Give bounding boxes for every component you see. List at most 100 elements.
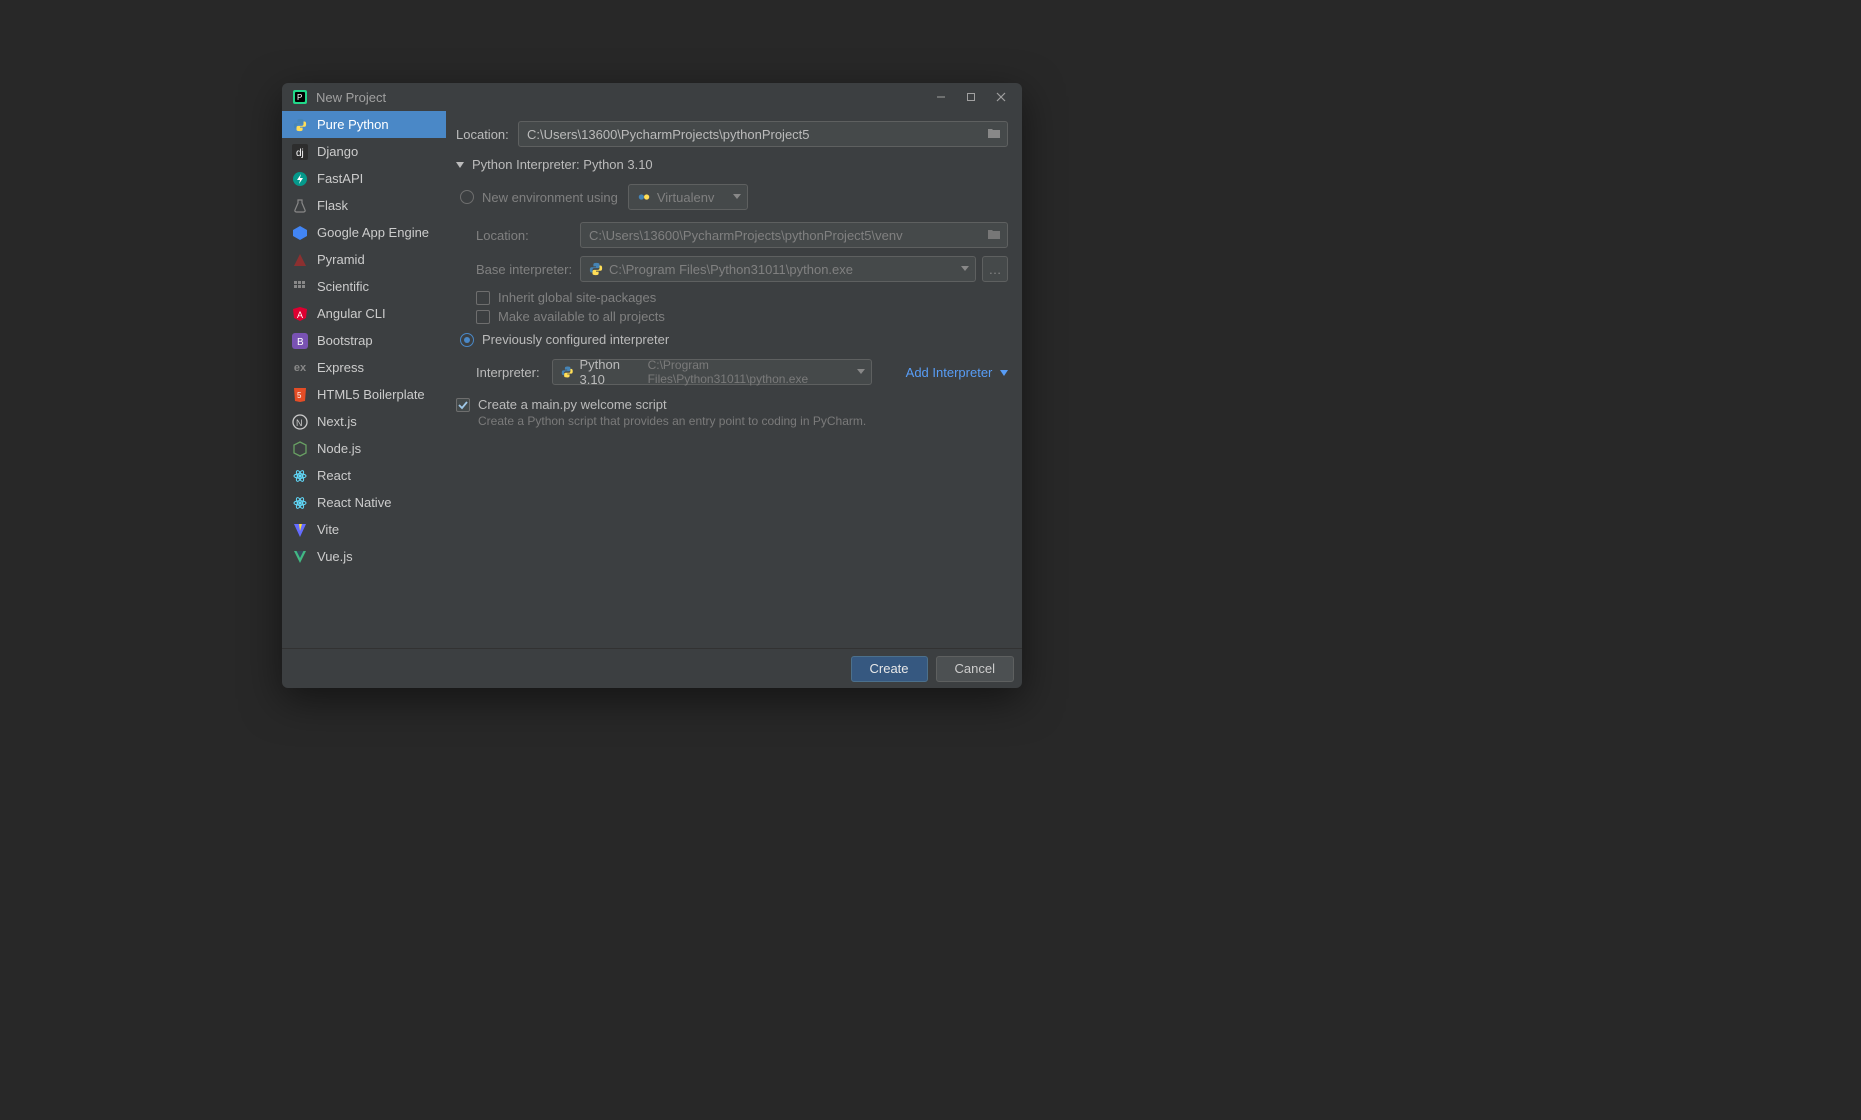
sidebar-item-label: Vite xyxy=(317,522,339,537)
interpreter-section-header[interactable]: Python Interpreter: Python 3.10 xyxy=(456,157,1008,172)
inherit-checkbox[interactable] xyxy=(476,291,490,305)
location-label: Location: xyxy=(456,127,518,142)
folder-icon[interactable] xyxy=(987,227,1001,244)
chevron-down-icon xyxy=(733,194,741,199)
nodejs-icon xyxy=(292,441,308,457)
maximize-button[interactable] xyxy=(956,87,986,107)
sidebar-item-nodejs[interactable]: Node.js xyxy=(282,435,446,462)
sidebar-item-label: Pure Python xyxy=(317,117,389,132)
project-type-sidebar: Pure Python dj Django FastAPI Flask Goog… xyxy=(282,111,446,648)
prev-conf-radio[interactable] xyxy=(460,333,474,347)
sidebar-item-label: Flask xyxy=(317,198,348,213)
add-interpreter-link[interactable]: Add Interpreter xyxy=(906,365,1008,380)
sidebar-item-label: Pyramid xyxy=(317,252,365,267)
dialog-body: Pure Python dj Django FastAPI Flask Goog… xyxy=(282,111,1022,648)
make-available-checkbox[interactable] xyxy=(476,310,490,324)
sidebar-item-label: Vue.js xyxy=(317,549,353,564)
sidebar-item-label: React Native xyxy=(317,495,391,510)
python-icon xyxy=(292,117,308,133)
minimize-button[interactable] xyxy=(926,87,956,107)
pyramid-icon xyxy=(292,252,308,268)
sidebar-item-label: Django xyxy=(317,144,358,159)
new-project-dialog: P New Project Pure Python dj Django Fast… xyxy=(282,83,1022,688)
sidebar-item-react-native[interactable]: React Native xyxy=(282,489,446,516)
make-available-label: Make available to all projects xyxy=(498,309,665,324)
base-interpreter-label: Base interpreter: xyxy=(476,262,580,277)
sidebar-item-django[interactable]: dj Django xyxy=(282,138,446,165)
new-env-label: New environment using xyxy=(482,190,618,205)
sidebar-item-label: Angular CLI xyxy=(317,306,386,321)
titlebar: P New Project xyxy=(282,83,1022,111)
sidebar-item-label: Next.js xyxy=(317,414,357,429)
svg-text:P: P xyxy=(297,93,302,102)
bootstrap-icon: B xyxy=(292,333,308,349)
svg-text:A: A xyxy=(297,310,303,320)
sidebar-item-gae[interactable]: Google App Engine xyxy=(282,219,446,246)
sidebar-item-label: Node.js xyxy=(317,441,361,456)
flask-icon xyxy=(292,198,308,214)
browse-interpreter-button[interactable]: … xyxy=(982,256,1008,282)
sidebar-item-label: HTML5 Boilerplate xyxy=(317,387,425,402)
sidebar-item-label: React xyxy=(317,468,351,483)
sidebar-item-label: Scientific xyxy=(317,279,369,294)
create-button[interactable]: Create xyxy=(851,656,928,682)
python-icon xyxy=(561,365,574,379)
express-icon: ex xyxy=(292,360,308,376)
sidebar-item-nextjs[interactable]: N Next.js xyxy=(282,408,446,435)
django-icon: dj xyxy=(292,144,308,160)
new-env-subsection: Location: C:\Users\13600\PycharmProjects… xyxy=(456,222,1008,324)
welcome-script-row: Create a main.py welcome script xyxy=(456,397,1008,412)
react-icon xyxy=(292,468,308,484)
fastapi-icon xyxy=(292,171,308,187)
sidebar-item-pure-python[interactable]: Pure Python xyxy=(282,111,446,138)
chevron-down-icon xyxy=(456,157,466,172)
vuejs-icon xyxy=(292,549,308,565)
sidebar-item-label: FastAPI xyxy=(317,171,363,186)
folder-icon[interactable] xyxy=(987,126,1001,143)
welcome-script-checkbox[interactable] xyxy=(456,398,470,412)
interpreter-label: Interpreter: xyxy=(476,365,552,380)
prev-conf-label: Previously configured interpreter xyxy=(482,332,669,347)
sidebar-item-flask[interactable]: Flask xyxy=(282,192,446,219)
sidebar-item-label: Express xyxy=(317,360,364,375)
sidebar-item-label: Google App Engine xyxy=(317,225,429,240)
cancel-button[interactable]: Cancel xyxy=(936,656,1014,682)
python-icon xyxy=(589,262,603,276)
welcome-script-label: Create a main.py welcome script xyxy=(478,397,667,412)
new-env-radio[interactable] xyxy=(460,190,474,204)
prev-conf-radio-row: Previously configured interpreter xyxy=(460,332,1008,347)
chevron-down-icon xyxy=(857,369,865,374)
interpreter-dropdown[interactable]: Python 3.10 C:\Program Files\Python31011… xyxy=(552,359,872,385)
sidebar-item-scientific[interactable]: Scientific xyxy=(282,273,446,300)
location-row: Location: C:\Users\13600\PycharmProjects… xyxy=(456,121,1008,147)
sidebar-item-express[interactable]: ex Express xyxy=(282,354,446,381)
virtualenv-icon xyxy=(637,190,651,204)
main-panel: Location: C:\Users\13600\PycharmProjects… xyxy=(446,111,1022,648)
prev-conf-subsection: Interpreter: Python 3.10 C:\Program File… xyxy=(456,359,1008,385)
new-env-radio-row: New environment using Virtualenv xyxy=(460,184,1008,210)
close-button[interactable] xyxy=(986,87,1016,107)
sidebar-item-html5[interactable]: 5 HTML5 Boilerplate xyxy=(282,381,446,408)
react-native-icon xyxy=(292,495,308,511)
vite-icon xyxy=(292,522,308,538)
sidebar-item-vite[interactable]: Vite xyxy=(282,516,446,543)
sidebar-item-react[interactable]: React xyxy=(282,462,446,489)
sidebar-item-label: Bootstrap xyxy=(317,333,373,348)
svg-text:B: B xyxy=(297,337,304,348)
base-interpreter-dropdown[interactable]: C:\Program Files\Python31011\python.exe xyxy=(580,256,976,282)
sidebar-item-angular[interactable]: A Angular CLI xyxy=(282,300,446,327)
location-field[interactable]: C:\Users\13600\PycharmProjects\pythonPro… xyxy=(518,121,1008,147)
sidebar-item-fastapi[interactable]: FastAPI xyxy=(282,165,446,192)
google-app-engine-icon xyxy=(292,225,308,241)
env-location-field[interactable]: C:\Users\13600\PycharmProjects\pythonPro… xyxy=(580,222,1008,248)
chevron-down-icon xyxy=(961,266,969,271)
angular-icon: A xyxy=(292,306,308,322)
inherit-label: Inherit global site-packages xyxy=(498,290,656,305)
sidebar-item-pyramid[interactable]: Pyramid xyxy=(282,246,446,273)
sidebar-item-vuejs[interactable]: Vue.js xyxy=(282,543,446,570)
sidebar-item-bootstrap[interactable]: B Bootstrap xyxy=(282,327,446,354)
scientific-icon xyxy=(292,279,308,295)
env-tool-dropdown[interactable]: Virtualenv xyxy=(628,184,748,210)
svg-text:5: 5 xyxy=(297,391,302,400)
pycharm-icon: P xyxy=(292,89,308,105)
